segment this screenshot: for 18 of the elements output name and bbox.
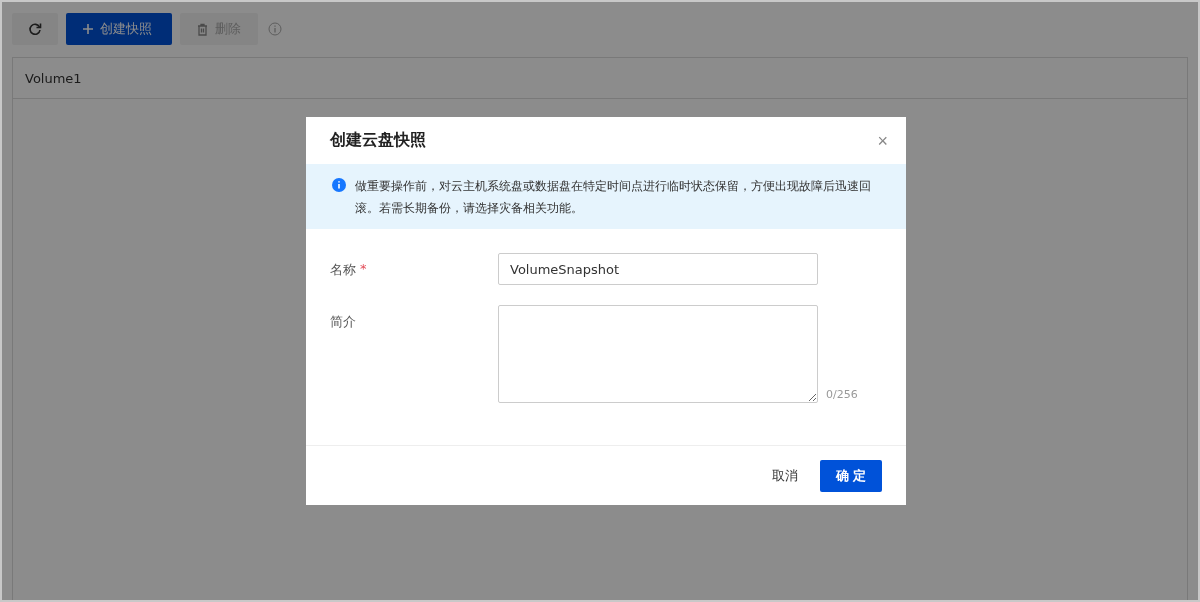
field-label: 简介 bbox=[330, 313, 356, 331]
create-snapshot-button[interactable]: 创建快照 bbox=[66, 13, 172, 45]
cancel-button[interactable]: 取消 bbox=[764, 460, 806, 491]
close-button[interactable]: × bbox=[877, 131, 888, 150]
refresh-icon bbox=[28, 22, 42, 36]
info-icon bbox=[268, 22, 282, 36]
character-counter: 0/256 bbox=[826, 388, 858, 401]
confirm-button[interactable]: 确 定 bbox=[820, 459, 882, 492]
plus-icon bbox=[82, 23, 94, 35]
name-input[interactable]: VolumeSnapshot bbox=[498, 253, 818, 285]
field-label: 名称 bbox=[330, 261, 356, 279]
trash-icon bbox=[196, 22, 209, 36]
dialog-title: 创建云盘快照 bbox=[330, 130, 426, 151]
required-mark: * bbox=[360, 261, 367, 278]
notice-text: 做重要操作前，对云主机系统盘或数据盘在特定时间点进行临时状态保留，方便出现故障后迅速回滚。若需长期备份，请选择灾备相关功能。 bbox=[355, 178, 872, 217]
info-icon bbox=[332, 178, 346, 192]
column-header: Volume1 bbox=[25, 70, 82, 86]
refresh-button[interactable] bbox=[12, 13, 58, 45]
